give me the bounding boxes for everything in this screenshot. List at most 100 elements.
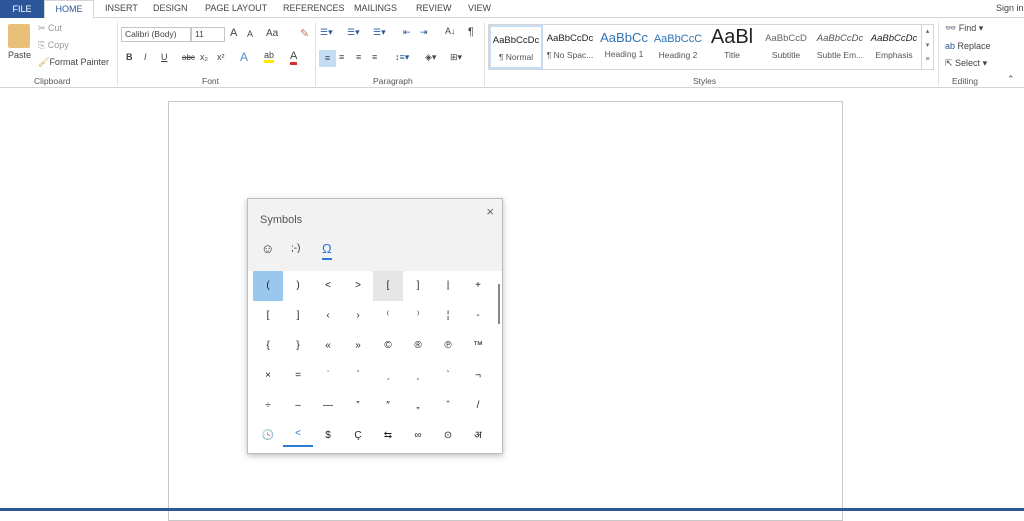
tab-design[interactable]: DESIGN (153, 3, 188, 13)
close-icon[interactable]: × (486, 204, 494, 219)
shrink-font-button[interactable]: A (247, 29, 253, 39)
style-heading-1[interactable]: AaBbCc Heading 1 (597, 25, 651, 69)
symbol-cell[interactable]: ‹ (313, 301, 343, 331)
symbol-cell[interactable]: ‶ (433, 391, 463, 421)
find-button[interactable]: 👓 Find ▾ (945, 23, 983, 34)
symbol-category[interactable]: $ (313, 421, 343, 451)
symbol-cell[interactable]: ‟ (343, 391, 373, 421)
symbol-cell[interactable]: { (253, 331, 283, 361)
numbering-icon[interactable]: ☰▾ (347, 27, 360, 38)
paste-button[interactable]: Paste (8, 50, 31, 60)
replace-button[interactable]: ab Replace (945, 41, 991, 51)
kaomoji-tab[interactable]: ;-) (291, 243, 300, 254)
font-size-select[interactable]: 11 (191, 27, 225, 42)
symbol-cell[interactable]: › (343, 301, 373, 331)
symbol-cell[interactable]: ÷ (253, 391, 283, 421)
symbol-cell[interactable]: – (283, 391, 313, 421)
cut-button[interactable]: ✂ Cut (38, 23, 62, 34)
symbol-cell[interactable]: ˎ (403, 361, 433, 391)
symbol-category[interactable]: Ç (343, 421, 373, 451)
tab-file[interactable]: FILE (0, 0, 44, 18)
symbol-cell[interactable]: © (373, 331, 403, 361)
symbols-tab[interactable]: Ω (322, 241, 332, 260)
tab-home[interactable]: HOME (44, 0, 94, 19)
sign-in-link[interactable]: Sign in (996, 3, 1024, 13)
symbol-cell[interactable]: [ (253, 301, 283, 331)
symbol-cell[interactable]: + (463, 271, 493, 301)
symbol-cell[interactable]: ˊ (343, 361, 373, 391)
select-button[interactable]: ⇱ Select ▾ (945, 58, 987, 69)
symbol-cell[interactable]: — (313, 391, 343, 421)
paste-icon[interactable] (8, 24, 30, 48)
decrease-indent-icon[interactable]: ⇤ (403, 27, 411, 38)
style-subtitle[interactable]: AaBbCcD Subtitle (759, 25, 813, 69)
underline-button[interactable]: U (161, 52, 168, 62)
symbol-cell[interactable]: / (463, 391, 493, 421)
show-marks-button[interactable]: ¶ (468, 26, 474, 38)
increase-indent-icon[interactable]: ⇥ (420, 27, 428, 38)
symbol-cell[interactable]: | (433, 271, 463, 301)
style-normal[interactable]: AaBbCcDc ¶ Normal (489, 25, 543, 69)
tab-mailings[interactable]: MAILINGS (354, 3, 397, 13)
format-painter-button[interactable]: 🖌Format Painter (38, 57, 109, 68)
tab-view[interactable]: VIEW (468, 3, 491, 13)
symbol-cell[interactable]: < (313, 271, 343, 301)
symbol-cell[interactable]: ℗ (433, 331, 463, 361)
align-left-icon[interactable]: ≡ (319, 50, 336, 67)
align-right-icon[interactable]: ≡ (356, 52, 361, 62)
symbol-category[interactable]: < (283, 421, 313, 447)
grow-font-button[interactable]: A (230, 27, 237, 39)
align-center-icon[interactable]: ≡ (339, 52, 344, 62)
text-effects-icon[interactable]: A (240, 50, 248, 64)
font-color-icon[interactable]: A (290, 50, 298, 65)
symbol-cell[interactable]: ( (253, 271, 283, 301)
symbol-cell[interactable]: « (313, 331, 343, 361)
subscript-button[interactable]: x₂ (200, 52, 208, 62)
bullets-icon[interactable]: ☰▾ (320, 27, 333, 38)
tab-page-layout[interactable]: PAGE LAYOUT (205, 3, 267, 13)
symbol-cell[interactable]: ⁽ (373, 301, 403, 331)
emoji-tab[interactable]: ☺ (261, 241, 274, 256)
symbol-cell[interactable]: ® (403, 331, 433, 361)
style-subtle-emphasis[interactable]: AaBbCcDc Subtle Em... (813, 25, 867, 69)
symbol-cell[interactable]: [ (373, 271, 403, 301)
style-heading-2[interactable]: AaBbCcC Heading 2 (651, 25, 705, 69)
symbol-cell[interactable]: - (463, 301, 493, 331)
font-name-select[interactable]: Calibri (Body) (121, 27, 191, 42)
borders-icon[interactable]: ⊞▾ (450, 52, 462, 63)
line-spacing-icon[interactable]: ↕≡▾ (395, 52, 409, 63)
tab-references[interactable]: REFERENCES (283, 3, 345, 13)
collapse-ribbon-icon[interactable]: ⌃ (1007, 74, 1015, 85)
symbol-cell[interactable]: ˋ (433, 361, 463, 391)
symbol-cell[interactable]: » (343, 331, 373, 361)
multilevel-list-icon[interactable]: ☰▾ (373, 27, 386, 38)
strikethrough-button[interactable]: abc (182, 53, 195, 62)
symbol-category[interactable]: ∞ (403, 421, 433, 451)
superscript-button[interactable]: x² (217, 52, 225, 62)
scrollbar[interactable] (498, 284, 500, 324)
tab-review[interactable]: REVIEW (416, 3, 452, 13)
symbol-cell[interactable]: ⁾ (403, 301, 433, 331)
symbol-category[interactable]: अ (463, 421, 493, 451)
symbol-cell[interactable]: ] (283, 301, 313, 331)
symbol-category[interactable]: ⇆ (373, 421, 403, 451)
copy-button[interactable]: ⎘ Copy (38, 40, 69, 51)
clear-formatting-icon[interactable]: ✎ (300, 27, 309, 40)
symbol-cell[interactable]: = (283, 361, 313, 391)
justify-icon[interactable]: ≡ (372, 52, 377, 62)
symbol-cell[interactable]: ˏ (373, 361, 403, 391)
symbol-category[interactable]: 🕓 (253, 421, 283, 451)
symbol-cell[interactable]: ¬ (463, 361, 493, 391)
symbol-cell[interactable]: } (283, 331, 313, 361)
symbol-cell[interactable]: ˈ (313, 361, 343, 391)
italic-button[interactable]: I (144, 52, 147, 62)
styles-scroll[interactable]: ▴ ▾ ≡ (921, 25, 933, 69)
bold-button[interactable]: B (126, 52, 133, 62)
symbol-cell[interactable]: > (343, 271, 373, 301)
symbol-cell[interactable]: ″ (373, 391, 403, 421)
symbol-cell[interactable]: ¦ (433, 301, 463, 331)
highlight-icon[interactable]: ab (264, 50, 275, 63)
style-emphasis[interactable]: AaBbCcDc Emphasis (867, 25, 921, 69)
shading-icon[interactable]: ◈▾ (425, 52, 436, 63)
style-title[interactable]: AaBl Title (705, 25, 759, 69)
